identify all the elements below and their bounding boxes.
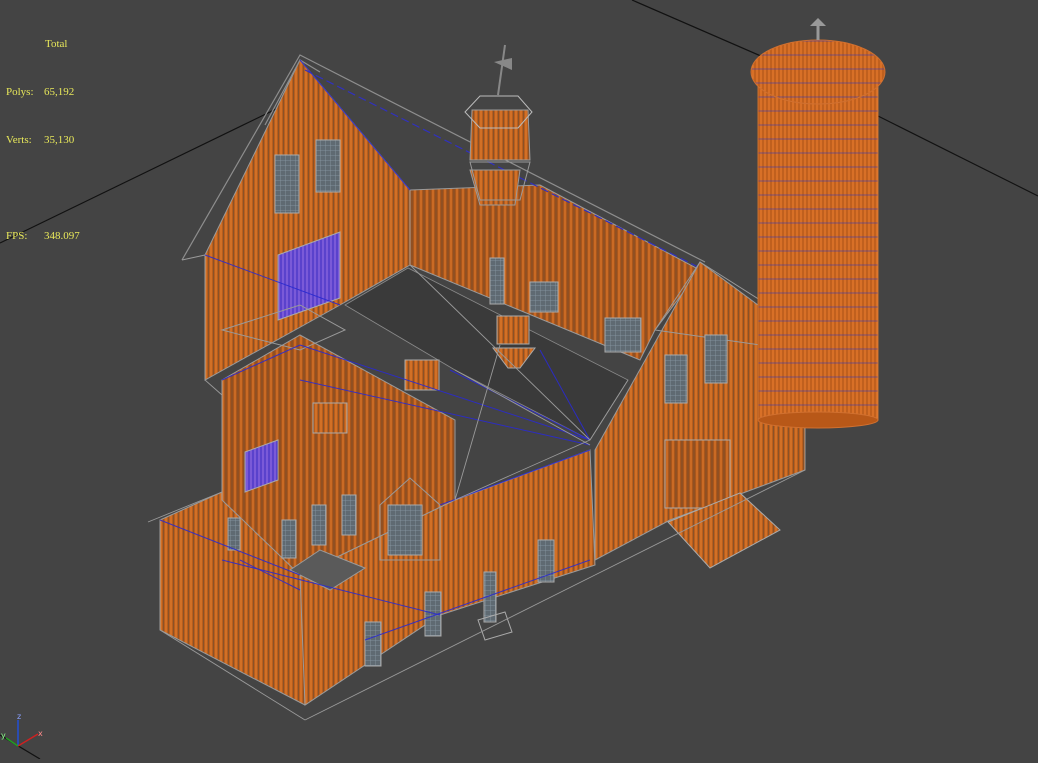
axis-y-label: y — [1, 731, 6, 740]
silo — [750, 18, 886, 429]
viewport-statistics: Total Polys: 65,192 Verts: 35,130 FPS: 348.… — [6, 4, 80, 276]
3d-viewport[interactable]: Total Polys: 65,192 Verts: 35,130 FPS: 348.… — [0, 0, 1038, 760]
verts-label: Verts: — [6, 134, 32, 146]
axis-z-label: z — [17, 712, 21, 721]
fps-value: 348.097 — [44, 230, 80, 242]
main-barn-gable — [204, 59, 411, 381]
barn-wireframe-model — [0, 0, 1038, 760]
cupola-main — [464, 44, 533, 206]
axis-gizmo-icon: z x y — [1, 712, 43, 747]
polys-label: Polys: — [6, 86, 34, 98]
axis-x-label: x — [38, 729, 43, 738]
stats-title: Total — [45, 38, 68, 50]
polys-value: 65,192 — [44, 86, 75, 98]
verts-value: 35,130 — [44, 134, 75, 146]
fps-label: FPS: — [6, 230, 28, 242]
